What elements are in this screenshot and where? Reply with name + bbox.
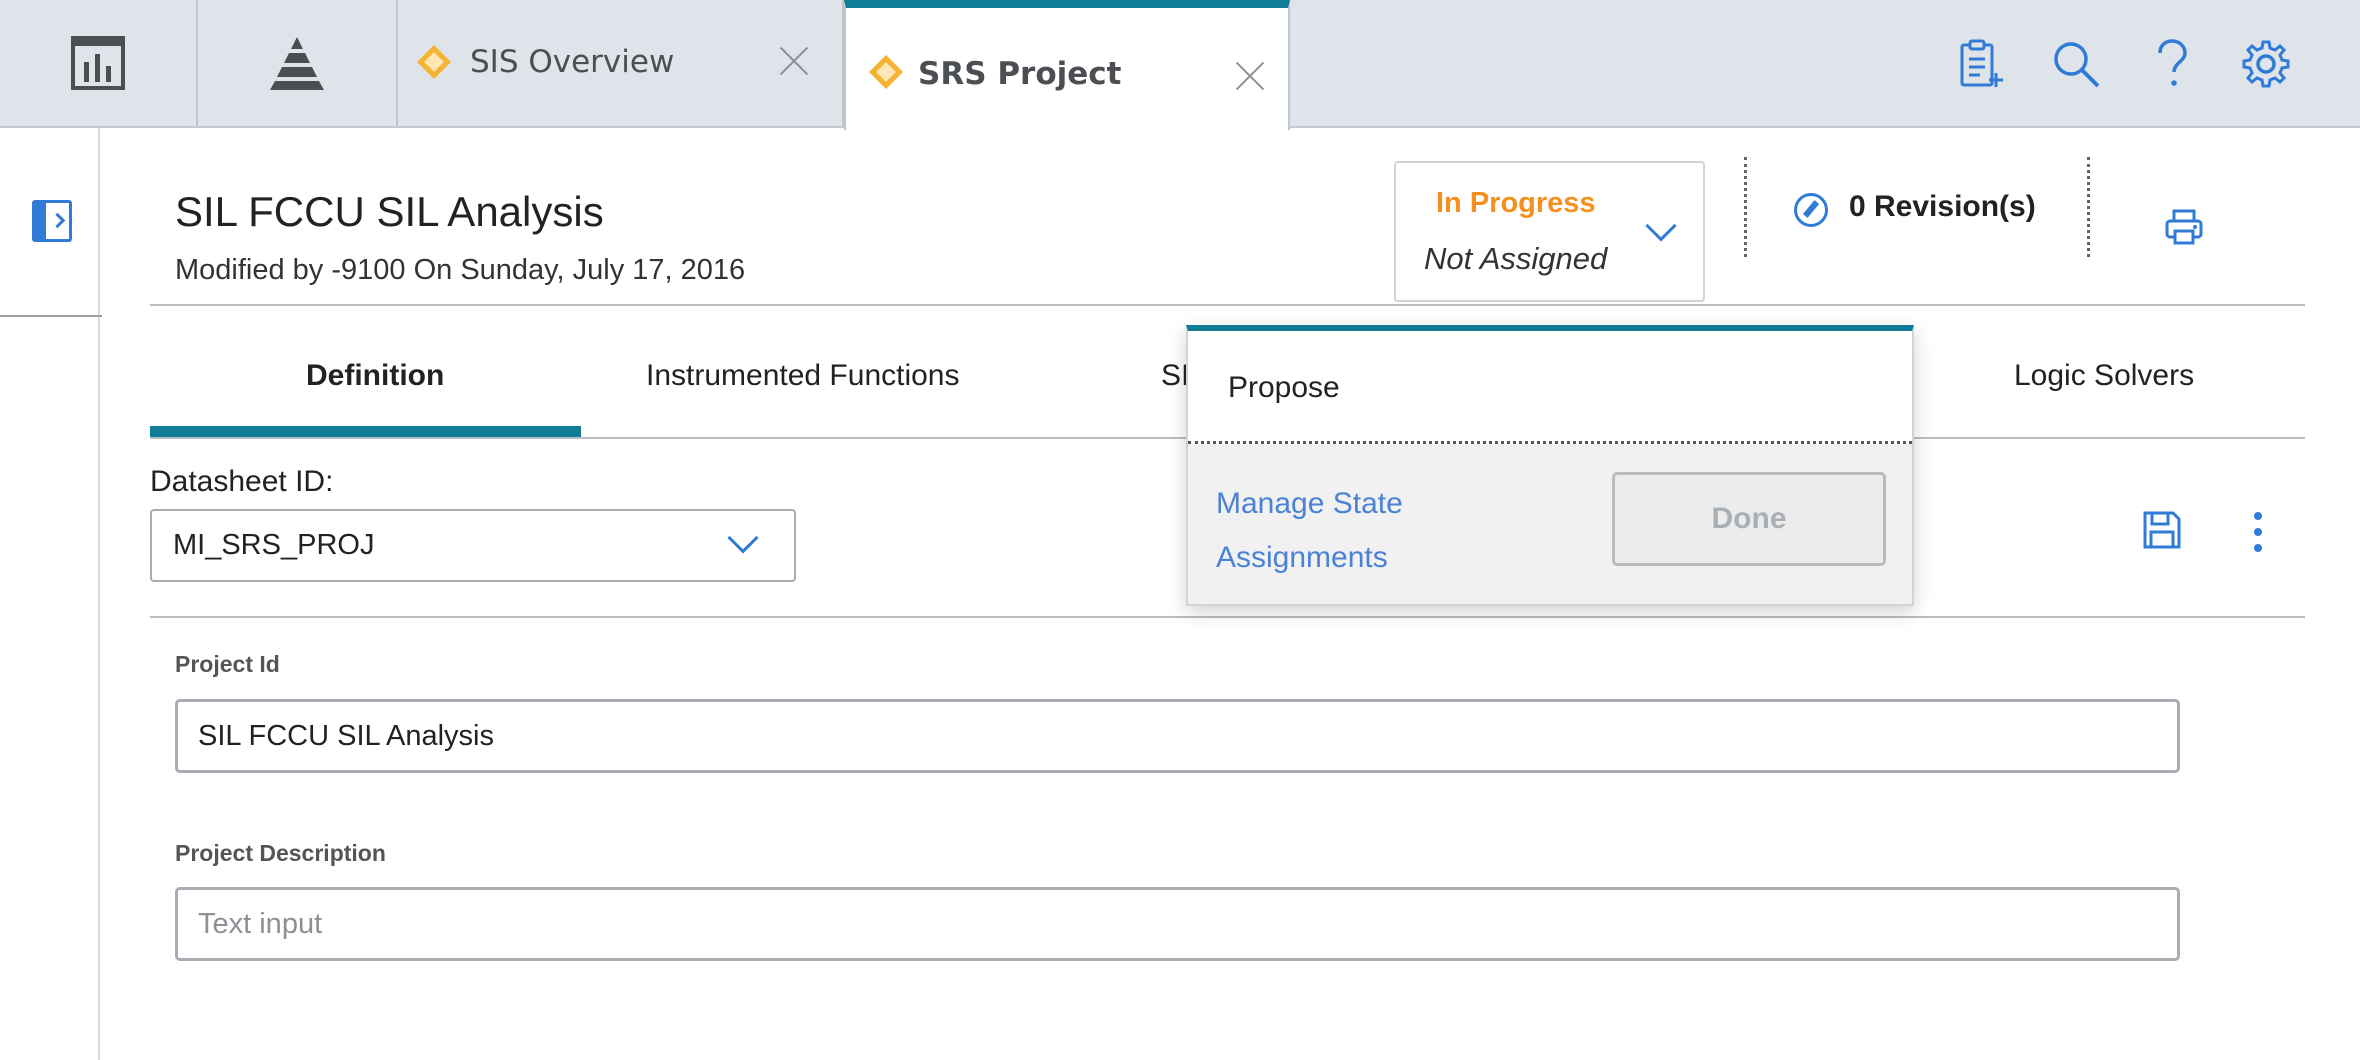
expand-panel-icon[interactable] — [32, 200, 72, 242]
clipboard-add-icon[interactable] — [1955, 38, 2007, 90]
datasheet-divider — [150, 616, 2305, 618]
save-icon[interactable] — [2142, 510, 2182, 550]
tab-instrumented-functions[interactable]: Instrumented Functions — [646, 359, 960, 393]
divider — [2087, 157, 2090, 257]
done-button[interactable]: Done — [1612, 472, 1886, 566]
project-id-field[interactable] — [175, 699, 2180, 773]
diamond-icon — [417, 45, 451, 79]
manage-state-assignments-link[interactable]: Manage State — [1216, 477, 1476, 531]
divider — [1744, 157, 1747, 257]
datasheet-select[interactable]: MI_SRS_PROJ — [150, 509, 796, 582]
app-tab-dashboard[interactable] — [0, 0, 198, 126]
dashboard-chart-icon — [71, 36, 125, 90]
chevron-down-icon — [1645, 210, 1677, 242]
state-transition-popup: Propose Manage State Assignments Done — [1186, 325, 1914, 606]
chevron-down-icon — [727, 522, 759, 554]
search-icon[interactable] — [2050, 38, 2102, 90]
tab-sis-overview[interactable]: SIS Overview — [398, 0, 844, 126]
manage-state-assignments-link-cont[interactable]: Assignments — [1216, 531, 1476, 585]
project-description-label: Project Description — [175, 840, 386, 866]
print-icon[interactable] — [2164, 207, 2204, 247]
project-id-label: Project Id — [175, 651, 280, 677]
state-assignee: Not Assigned — [1424, 241, 1608, 276]
state-name: In Progress — [1436, 187, 1596, 219]
datasheet-value: MI_SRS_PROJ — [173, 529, 375, 561]
tab-label: SRS Project — [918, 56, 1122, 92]
tab-label: SIS Overview — [470, 44, 675, 80]
rail-divider — [0, 315, 102, 317]
tab-logic-solvers[interactable]: Logic Solvers — [2014, 359, 2194, 393]
pyramid-icon — [270, 37, 324, 90]
app-tab-pyramid[interactable] — [198, 0, 398, 126]
active-tab-indicator — [150, 426, 581, 437]
modified-info: Modified by -9100 On Sunday, July 17, 20… — [175, 254, 746, 286]
tab-definition[interactable]: Definition — [306, 359, 444, 393]
page-title: SIL FCCU SIL Analysis — [175, 188, 604, 235]
left-rail — [0, 128, 100, 1060]
pencil-icon — [1794, 193, 1828, 227]
help-icon[interactable] — [2146, 38, 2198, 90]
tab-srs-project[interactable]: SRS Project — [844, 0, 1290, 130]
header-divider — [150, 304, 2305, 306]
state-action-propose[interactable]: Propose — [1188, 331, 1912, 444]
more-options-icon[interactable] — [2252, 512, 2264, 552]
close-icon[interactable] — [1234, 60, 1266, 92]
project-description-field[interactable] — [175, 887, 2180, 961]
gear-icon[interactable] — [2240, 38, 2292, 90]
diamond-icon — [869, 55, 903, 89]
datasheet-label: Datasheet ID: — [150, 465, 334, 498]
close-icon[interactable] — [778, 45, 810, 77]
state-dropdown[interactable]: In Progress Not Assigned — [1394, 161, 1705, 302]
revisions-link[interactable]: 0 Revision(s) — [1849, 190, 2036, 224]
state-action-label: Propose — [1228, 371, 1340, 404]
